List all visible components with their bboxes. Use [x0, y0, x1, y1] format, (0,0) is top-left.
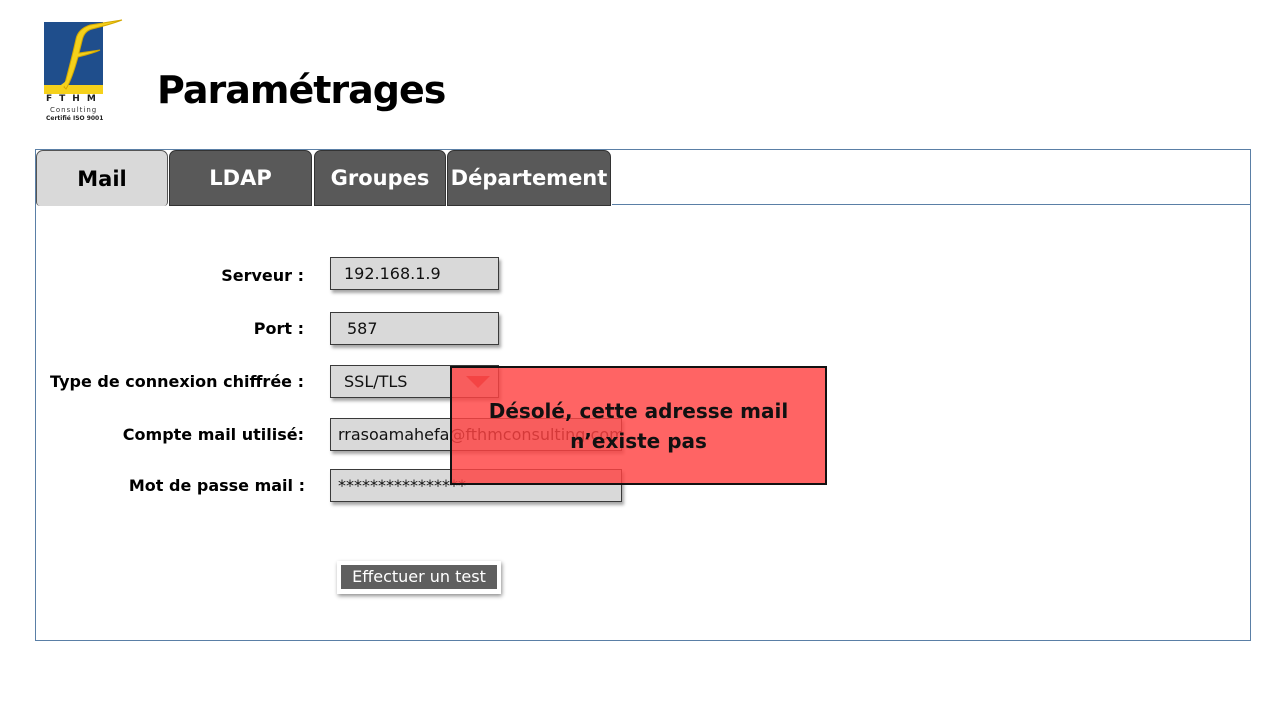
tab-departement[interactable]: Département [447, 150, 611, 206]
password-label: Mot de passe mail : [128, 476, 305, 495]
tab-ldap[interactable]: LDAP [169, 150, 312, 206]
tab-mail[interactable]: Mail [36, 150, 168, 206]
logo-letters: FTHM [46, 94, 103, 104]
server-label: Serveur : [221, 266, 304, 285]
fthm-logo: FTHM Consulting Certifié ISO 9001 [42, 17, 128, 125]
test-button-label: Effectuer un test [341, 565, 497, 589]
server-input[interactable]: 192.168.1.9 [330, 257, 499, 290]
logo-subtitle: Consulting [50, 106, 98, 114]
account-label: Compte mail utilisé: [122, 425, 304, 444]
logo-certification: Certifié ISO 9001 [46, 115, 104, 122]
page-title: Paramétrages [157, 68, 446, 112]
error-alert: Désolé, cette adresse mail n’existe pas [450, 366, 827, 485]
tab-groupes[interactable]: Groupes [314, 150, 446, 206]
error-alert-message: Désolé, cette adresse mail n’existe pas [488, 398, 789, 453]
tab-divider [612, 204, 1251, 205]
logo-f-icon [55, 19, 123, 91]
encryption-label: Type de connexion chiffrée : [50, 372, 304, 391]
test-button[interactable]: Effectuer un test [337, 561, 501, 594]
port-label: Port : [253, 319, 304, 338]
port-input[interactable]: 587 [330, 312, 499, 345]
